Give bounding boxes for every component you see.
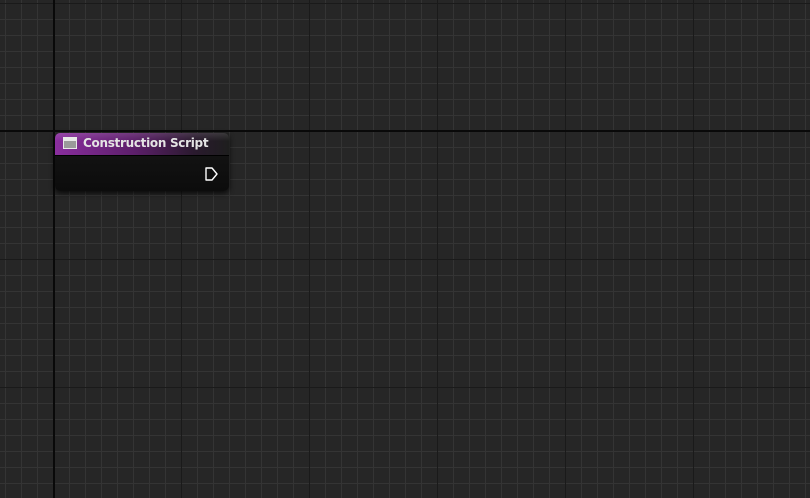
grid-major-line-vertical: [309, 0, 310, 498]
construction-script-node[interactable]: Construction Script: [55, 133, 229, 191]
function-icon: [63, 137, 77, 149]
grid-major-line-horizontal: [0, 3, 810, 4]
grid-origin-axis-horizontal: [0, 130, 810, 132]
grid-major-line-horizontal: [0, 259, 810, 260]
grid-major-line-vertical: [437, 0, 438, 498]
node-title: Construction Script: [83, 136, 209, 150]
grid-major-line-vertical: [565, 0, 566, 498]
grid-major-line-vertical: [181, 0, 182, 498]
blueprint-graph-canvas[interactable]: Construction Script: [0, 0, 810, 498]
grid-major-line-vertical: [693, 0, 694, 498]
grid-origin-axis-vertical: [53, 0, 55, 498]
node-header[interactable]: Construction Script: [55, 133, 229, 156]
grid-major-line-horizontal: [0, 387, 810, 388]
exec-output-pin-icon[interactable]: [203, 166, 219, 182]
